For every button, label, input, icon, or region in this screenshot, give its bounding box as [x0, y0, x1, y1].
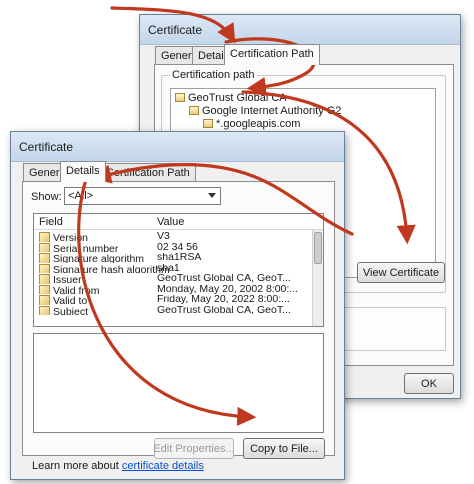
vertical-scrollbar[interactable]: [312, 230, 323, 326]
path-item-intermediate-label: Google Internet Authority G2: [202, 105, 342, 117]
field-name-text: Signature hash algorithm: [53, 263, 170, 273]
certificate-details-link[interactable]: certificate details: [122, 460, 204, 472]
table-row[interactable]: Serial number 02 34 56: [35, 242, 311, 252]
table-row[interactable]: Valid to Friday, May 20, 2022 8:00:...: [35, 295, 311, 305]
path-item-root[interactable]: GeoTrust Global CA: [175, 92, 287, 104]
field-icon: [39, 242, 50, 252]
back-ok-button[interactable]: OK: [404, 373, 454, 394]
front-tab-certification-path[interactable]: Certification Path: [100, 163, 196, 182]
fields-table: Field Value Version V3 Serial number 02 34 …: [33, 213, 324, 327]
column-header-field[interactable]: Field: [39, 216, 63, 228]
field-name-cell: Valid to: [39, 295, 87, 305]
column-header-value[interactable]: Value: [157, 216, 184, 228]
field-icon: [39, 284, 50, 294]
field-name-cell: Signature hash algorithm: [39, 263, 170, 273]
field-name-cell: Signature algorithm: [39, 253, 144, 263]
learn-more-line: Learn more about certificate details: [32, 460, 204, 472]
edit-properties-button[interactable]: Edit Properties...: [153, 438, 235, 459]
field-icon: [39, 305, 50, 315]
field-name-text: Valid from: [53, 284, 100, 294]
field-icon: [39, 232, 50, 242]
front-certificate-dialog: Certificate General Details Certificatio…: [10, 131, 345, 480]
field-name-cell: Serial number: [39, 242, 119, 252]
field-name-text: Issuer: [53, 274, 82, 284]
certification-path-group-label: Certification path: [170, 69, 257, 81]
field-value-cell: V3: [157, 232, 170, 242]
copy-to-file-button[interactable]: Copy to File...: [243, 438, 325, 459]
chevron-down-icon: [208, 193, 216, 198]
certificate-icon: [175, 93, 185, 102]
field-icon: [39, 253, 50, 263]
front-tab-panel: Show: <All> Field Value Version V3 Serial …: [22, 181, 335, 456]
front-title-bar[interactable]: Certificate: [11, 132, 344, 162]
field-value-cell: Friday, May 20, 2022 8:00:...: [157, 295, 290, 305]
front-dialog-title: Certificate: [19, 140, 74, 154]
front-tab-details[interactable]: Details: [60, 161, 106, 182]
path-item-root-label: GeoTrust Global CA: [188, 92, 287, 104]
scrollbar-thumb[interactable]: [314, 232, 322, 264]
table-row[interactable]: Version V3: [35, 232, 311, 242]
field-icon: [39, 295, 50, 305]
view-certificate-button[interactable]: View Certificate: [357, 262, 445, 283]
field-name-cell: Issuer: [39, 274, 82, 284]
path-item-leaf[interactable]: *.googleapis.com: [203, 118, 300, 130]
table-row[interactable]: Signature hash algorithm sha1: [35, 263, 311, 273]
certificate-icon: [203, 119, 213, 128]
field-value-cell: GeoTrust Global CA, GeoT...: [157, 274, 291, 284]
field-name-text: Valid to: [53, 295, 88, 305]
field-value-cell: sha1: [157, 263, 180, 273]
field-name-text: Signature algorithm: [53, 253, 145, 263]
field-name-cell: Subject: [39, 305, 89, 315]
field-value-cell: Monday, May 20, 2002 8:00:...: [157, 284, 299, 294]
table-row[interactable]: Subject GeoTrust Global CA, GeoT...: [35, 305, 311, 315]
table-row[interactable]: Signature algorithm sha1RSA: [35, 253, 311, 263]
table-header: Field Value: [34, 214, 323, 230]
field-name-text: Serial number: [53, 242, 119, 252]
back-tab-certification-path[interactable]: Certification Path: [224, 44, 320, 65]
certificate-icon: [189, 106, 199, 115]
table-row[interactable]: Valid from Monday, May 20, 2002 8:00:...: [35, 284, 311, 294]
back-title-bar[interactable]: Certificate: [140, 15, 460, 45]
field-icon: [39, 263, 50, 273]
field-name-cell: Valid from: [39, 284, 100, 294]
path-item-leaf-label: *.googleapis.com: [216, 118, 301, 130]
field-icon: [39, 274, 50, 284]
path-item-intermediate[interactable]: Google Internet Authority G2: [189, 105, 341, 117]
back-dialog-title: Certificate: [148, 23, 203, 37]
field-name-text: Subject: [53, 305, 89, 315]
field-value-cell: 02 34 56: [157, 242, 198, 252]
show-dropdown-value: <All>: [68, 190, 94, 202]
learn-more-text: Learn more about: [32, 460, 119, 472]
field-value-cell: GeoTrust Global CA, GeoT...: [157, 305, 291, 315]
field-name-cell: Version: [39, 232, 88, 242]
show-label: Show:: [31, 191, 62, 203]
screenshot-root: { "back_dialog": { "title": "Certificate…: [0, 0, 474, 484]
field-value-cell: sha1RSA: [157, 253, 202, 263]
table-row[interactable]: Issuer GeoTrust Global CA, GeoT...: [35, 274, 311, 284]
show-dropdown[interactable]: <All>: [64, 187, 221, 205]
field-name-text: Version: [53, 232, 89, 242]
field-detail-textbox[interactable]: [33, 333, 324, 433]
